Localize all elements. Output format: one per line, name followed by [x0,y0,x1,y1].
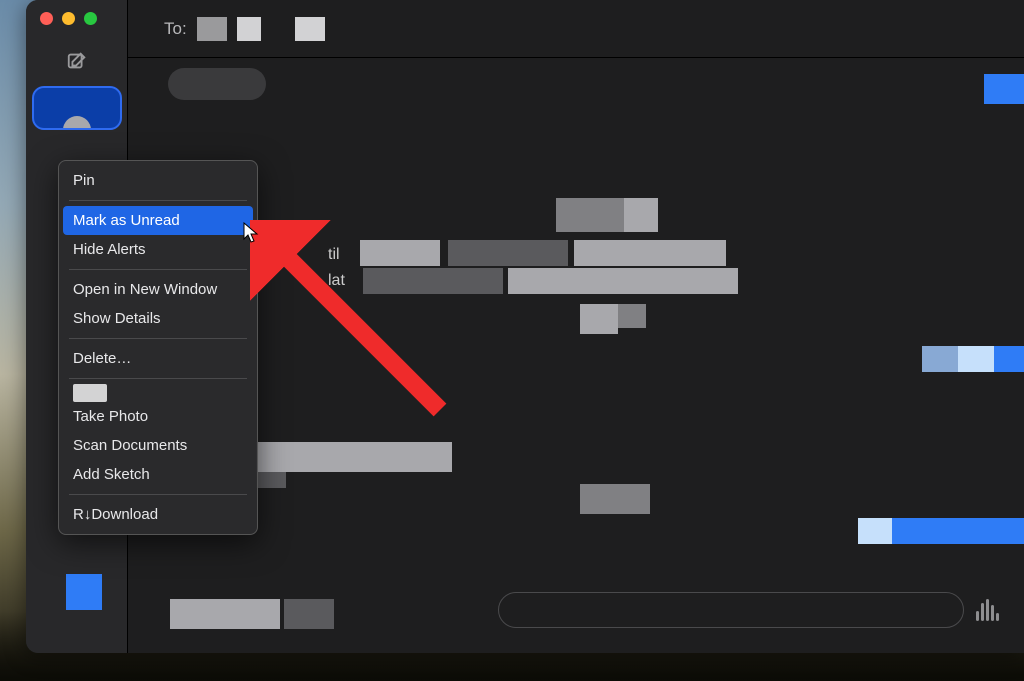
redacted [958,346,994,372]
message-list: til lat [128,58,1024,573]
window-traffic-lights [40,12,97,25]
redacted [170,599,280,629]
redacted [922,346,958,372]
redacted [363,268,503,294]
menu-separator [69,200,247,201]
redacted [984,74,1024,104]
menu-separator [69,338,247,339]
conversation-header: To: [128,0,1024,58]
maximize-window-button[interactable] [84,12,97,25]
menu-separator [69,269,247,270]
minimize-window-button[interactable] [62,12,75,25]
menu-mark-as-unread[interactable]: Mark as Unread [63,206,253,235]
menu-take-photo[interactable]: Take Photo [59,402,257,431]
compose-icon[interactable] [66,50,88,72]
menu-download[interactable]: R↓Download [59,500,257,529]
redacted [580,304,618,334]
conversation-pane: To: til lat [128,0,1024,653]
message-bubble [168,68,266,100]
sidebar-indicator [66,574,102,610]
message-text: lat [328,272,345,290]
device-thumbnail [73,384,107,402]
message-input[interactable] [498,592,964,628]
conversation-context-menu: Pin Mark as Unread Hide Alerts Open in N… [58,160,258,535]
avatar-icon [63,116,91,130]
audio-message-icon[interactable] [976,599,998,621]
menu-pin[interactable]: Pin [59,166,257,195]
redacted [448,240,568,266]
menu-separator [69,378,247,379]
menu-show-details[interactable]: Show Details [59,304,257,333]
redacted [197,17,227,41]
redacted [624,198,658,232]
redacted [256,442,452,472]
menu-open-new-window[interactable]: Open in New Window [59,275,257,304]
to-label: To: [164,19,187,39]
redacted [237,17,261,41]
redacted [892,518,1024,544]
redacted [858,518,892,544]
menu-add-sketch[interactable]: Add Sketch [59,460,257,489]
redacted [284,599,334,629]
redacted [994,346,1024,372]
redacted [580,484,650,514]
menu-hide-alerts[interactable]: Hide Alerts [59,235,257,264]
redacted [618,304,646,328]
redacted [360,240,440,266]
redacted [508,268,738,294]
message-text: til [328,246,340,264]
menu-separator [69,494,247,495]
menu-delete[interactable]: Delete… [59,344,257,373]
redacted [295,17,325,41]
menu-scan-documents[interactable]: Scan Documents [59,431,257,460]
redacted [574,240,726,266]
redacted [256,472,286,488]
redacted [556,198,624,232]
close-window-button[interactable] [40,12,53,25]
selected-conversation[interactable] [32,86,122,130]
